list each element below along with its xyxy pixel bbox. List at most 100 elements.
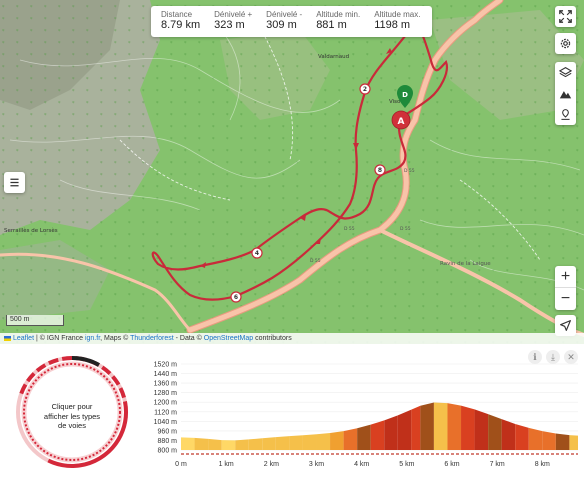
elevation-segment <box>316 433 331 450</box>
y-tick-label: 960 m <box>158 428 178 435</box>
elevation-segment <box>461 405 475 450</box>
relief-button[interactable] <box>555 83 576 104</box>
map-attribution: Leaflet | © IGN France ign.fr, Maps © Th… <box>0 333 584 344</box>
ign-link[interactable]: ign.fr <box>85 335 100 342</box>
menu-button[interactable] <box>4 172 25 193</box>
ukraine-flag-icon <box>4 335 11 341</box>
place-label: Serraillès de Lorsès <box>4 227 58 234</box>
attribution-text: contributors <box>253 335 292 342</box>
stat-label: Altitude max. <box>374 10 421 19</box>
x-tick-label: 7 km <box>490 461 505 468</box>
map[interactable]: ᵠ <box>0 0 584 344</box>
elevation-segment <box>501 419 516 450</box>
elevation-segment <box>181 437 195 450</box>
osm-link[interactable]: OpenStreetMap <box>204 335 253 342</box>
road-label: D 55 <box>404 168 415 174</box>
elevation-panel: Cliquer pour afficher les types de voies… <box>0 344 584 480</box>
x-tick-label: 4 km <box>354 461 369 468</box>
settings-button[interactable] <box>555 33 576 54</box>
zoom-out-button[interactable]: − <box>555 288 576 310</box>
stat-label: Dénivelé - <box>266 10 303 19</box>
leaflet-link[interactable]: Leaflet <box>13 335 34 342</box>
ring-label: Cliquer pour afficher les types de voies <box>43 402 101 430</box>
stat-distance: Distance 8.79 km <box>161 10 200 37</box>
x-tick-label: 1 km <box>219 461 234 468</box>
stat-value: 1198 m <box>374 19 411 31</box>
road-type-ring[interactable]: Cliquer pour afficher les types de voies <box>14 354 130 470</box>
stat-value: 309 m <box>266 19 297 31</box>
y-tick-label: 1440 m <box>154 371 178 378</box>
elevation-segment <box>357 424 371 450</box>
elevation-segment <box>194 437 209 450</box>
route-stats: Distance 8.79 km Dénivelé + 323 m Dénive… <box>151 6 432 37</box>
elevation-segment <box>420 402 434 450</box>
x-tick-label: 0 m <box>175 461 187 468</box>
scale-bar: 500 m <box>6 315 64 326</box>
marker-icon <box>561 109 570 120</box>
start-marker[interactable]: A <box>391 110 411 130</box>
poi-button[interactable] <box>555 104 576 125</box>
x-tick-label: 3 km <box>309 461 324 468</box>
elevation-segment <box>447 403 462 450</box>
x-tick-label: 5 km <box>399 461 414 468</box>
attribution-text: , Maps © <box>100 335 131 342</box>
elevation-segment <box>208 438 222 450</box>
road-label: D 55 <box>400 226 411 232</box>
map-tools <box>555 62 576 125</box>
stat-label: Distance <box>161 10 193 19</box>
elevation-segment <box>221 440 236 450</box>
stat-value: 881 m <box>316 19 347 31</box>
y-tick-label: 1040 m <box>154 419 178 426</box>
y-tick-label: 1200 m <box>154 400 178 407</box>
fullscreen-icon <box>559 10 572 23</box>
zoom-in-button[interactable]: + <box>555 266 576 288</box>
elevation-segment <box>555 433 570 450</box>
y-tick-label: 800 m <box>158 448 178 455</box>
layers-button[interactable] <box>555 62 576 83</box>
elevation-segment <box>515 423 529 450</box>
y-tick-label: 1360 m <box>154 381 178 388</box>
x-tick-label: 6 km <box>444 461 459 468</box>
svg-text:8: 8 <box>378 167 382 174</box>
x-tick-label: 8 km <box>535 461 550 468</box>
km-marker: 4 <box>251 247 263 259</box>
place-label: Ravin de la Laigue <box>440 261 491 267</box>
elevation-chart[interactable]: 1520 m 1440 m 1360 m 1280 m 1200 m 1120 m 1040… <box>140 354 580 476</box>
mountain-icon <box>559 91 572 99</box>
stat-label: Dénivelé + <box>214 10 253 19</box>
svg-text:D: D <box>402 91 408 99</box>
locate-arrow-icon <box>560 320 571 331</box>
elevation-segment <box>474 409 489 450</box>
y-tick-label: 880 m <box>158 438 178 445</box>
stat-value: 8.79 km <box>161 19 201 31</box>
stat-min-altitude: Altitude min. 881 m <box>316 10 360 37</box>
road-label: D 55 <box>344 226 355 232</box>
y-tick-label: 1520 m <box>154 362 178 369</box>
elevation-segment <box>384 415 398 450</box>
km-marker: 6 <box>230 291 242 303</box>
elevation-segment <box>330 431 344 450</box>
map-terrain: ᵠ <box>0 0 584 344</box>
elevation-segment <box>275 436 290 450</box>
stat-label: Altitude min. <box>316 10 361 19</box>
stat-descent: Dénivelé - 309 m <box>266 10 302 37</box>
menu-icon <box>10 178 19 187</box>
elevation-segment <box>302 434 317 450</box>
elevation-segment <box>488 414 502 450</box>
place-label: Valdarnaud <box>318 54 349 60</box>
thunderforest-link[interactable]: Thunderforest <box>130 335 174 342</box>
elevation-segment <box>235 439 249 450</box>
layers-icon <box>559 67 572 78</box>
stat-ascent: Dénivelé + 323 m <box>214 10 252 37</box>
elevation-segment <box>397 409 412 450</box>
elevation-segment <box>370 420 385 450</box>
elevation-segment <box>343 428 358 450</box>
stat-value: 323 m <box>214 19 245 31</box>
svg-text:2: 2 <box>363 86 367 93</box>
attribution-text: | © IGN France <box>34 335 85 342</box>
stat-max-altitude: Altitude max. 1198 m <box>374 10 420 37</box>
attribution-text: - Data © <box>173 335 204 342</box>
elevation-segment <box>433 402 448 450</box>
fullscreen-button[interactable] <box>555 6 576 27</box>
elevation-segment <box>569 435 578 450</box>
